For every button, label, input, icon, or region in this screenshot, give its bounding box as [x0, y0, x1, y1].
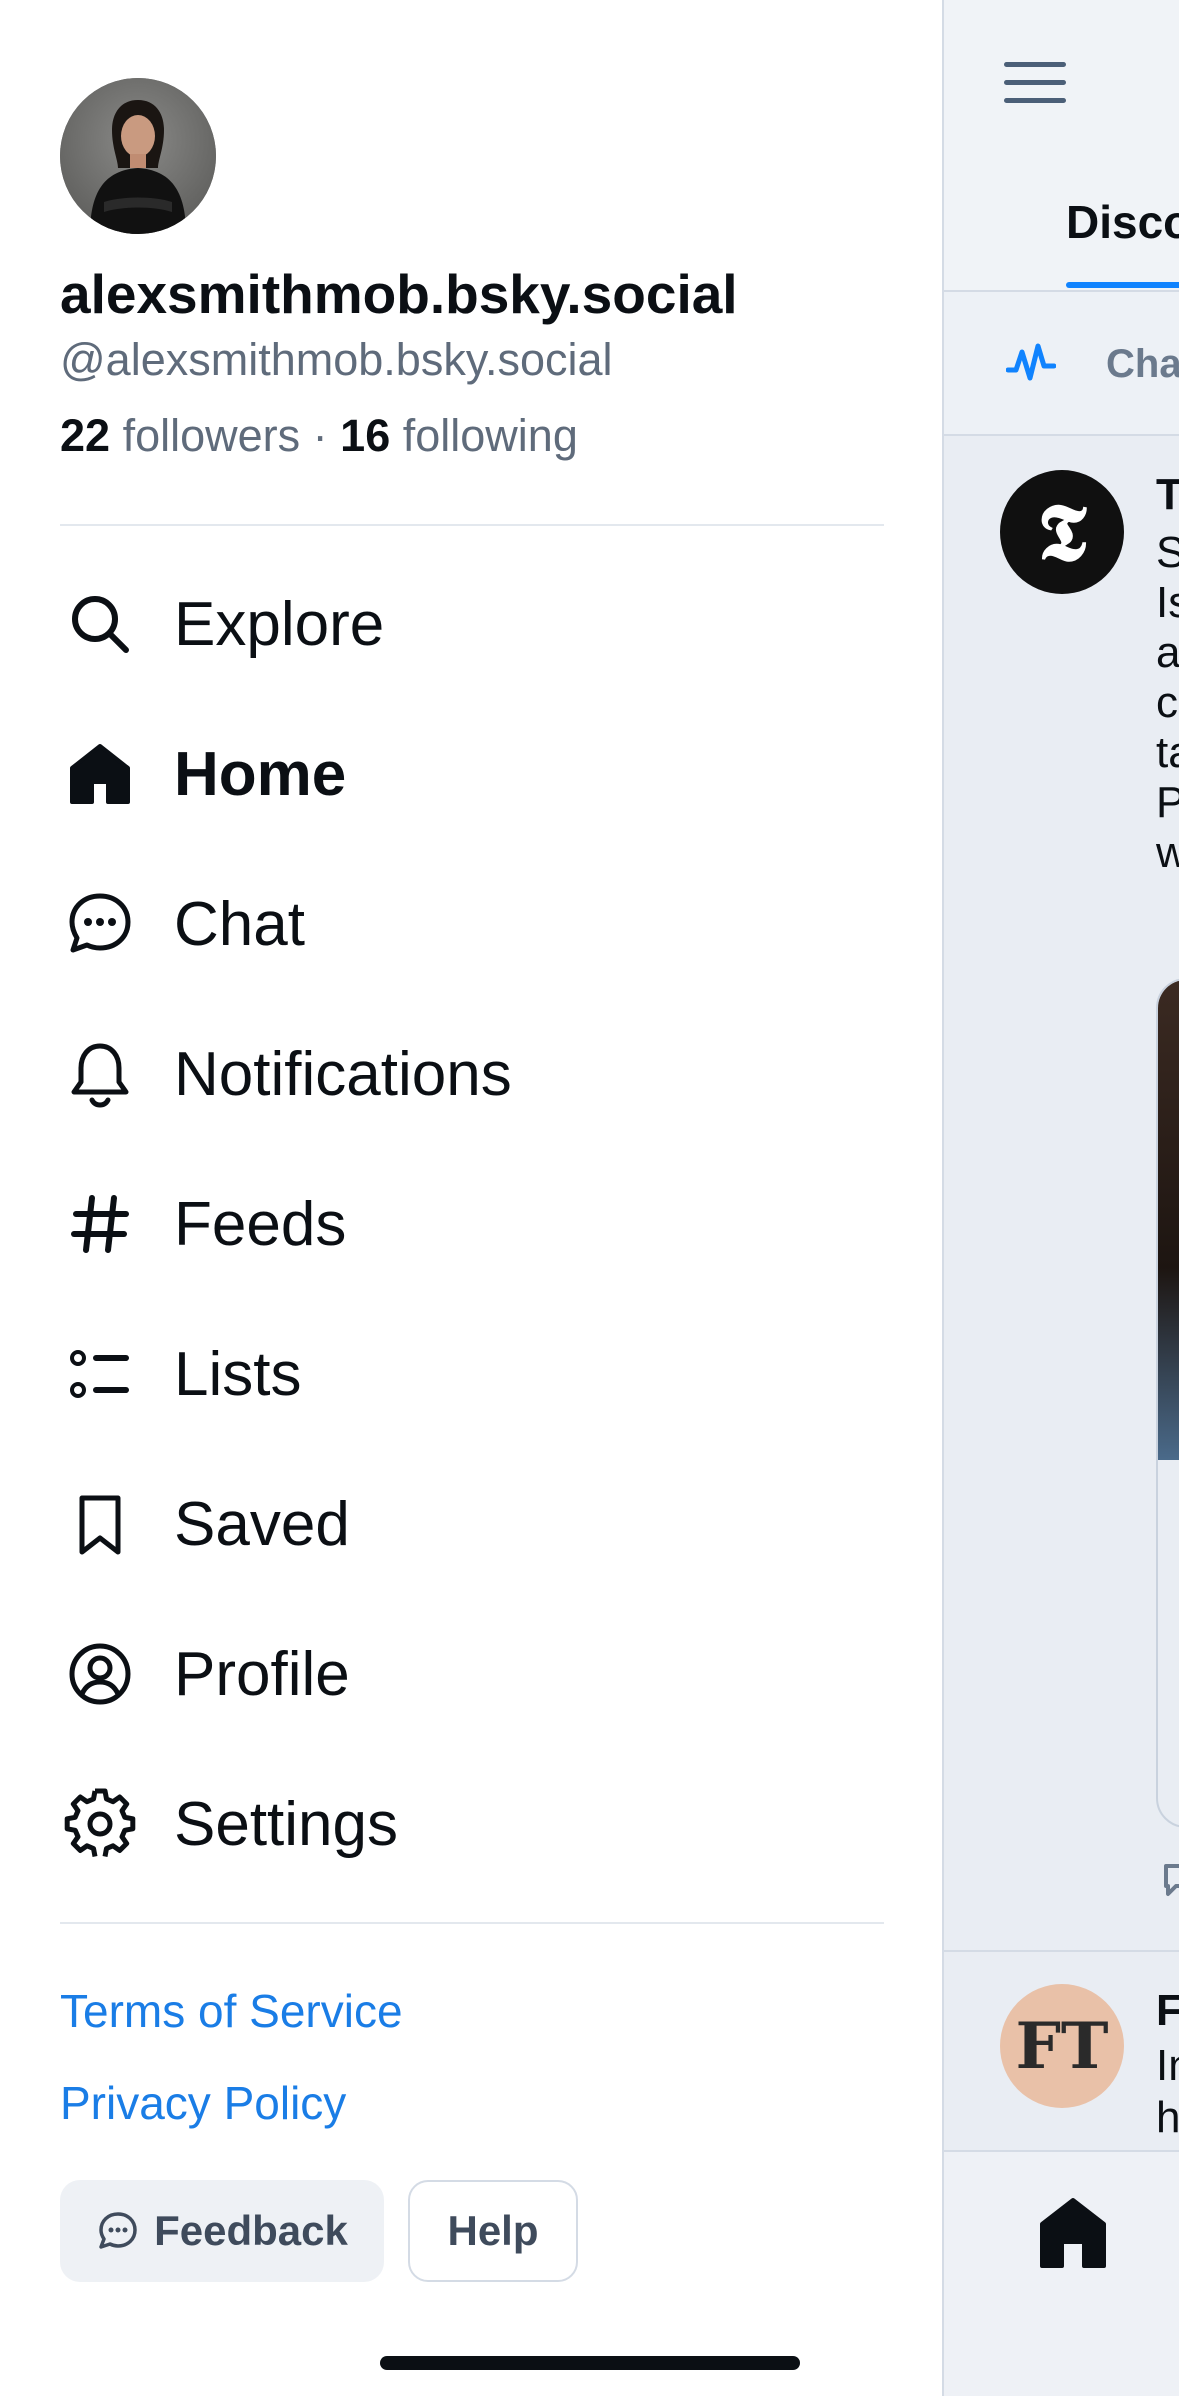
divider	[944, 1950, 1179, 1952]
hashtag-icon	[60, 1184, 140, 1264]
list-icon	[60, 1334, 140, 1414]
reply-icon[interactable]	[1158, 1860, 1179, 1900]
nav-label: Settings	[174, 1789, 399, 1859]
followers-label[interactable]: followers	[123, 410, 301, 461]
search-icon	[60, 584, 140, 664]
chat-bubble-icon	[99, 2212, 137, 2249]
help-label: Help	[447, 2207, 539, 2254]
nyt-avatar[interactable]: 𝕿	[1000, 470, 1124, 594]
nav-label: Lists	[174, 1339, 302, 1409]
feedback-label: Feedback	[154, 2207, 348, 2254]
divider	[60, 1922, 884, 1924]
nav-label: Feeds	[174, 1189, 347, 1259]
display-name: alexsmithmob.bsky.social	[60, 263, 738, 325]
feedback-button[interactable]: Feedback	[60, 2180, 384, 2282]
home-indicator[interactable]	[380, 2356, 800, 2370]
nav-item-profile[interactable]: Profile	[60, 1614, 884, 1734]
following-label[interactable]: following	[403, 410, 578, 461]
user-handle: @alexsmithmob.bsky.social	[60, 334, 613, 385]
nav-label: Chat	[174, 889, 305, 959]
hamburger-menu-icon[interactable]	[1004, 58, 1066, 108]
nav-label: Notifications	[174, 1039, 512, 1109]
divider	[944, 434, 1179, 436]
nav-label: Home	[174, 739, 347, 809]
avatar[interactable]	[60, 78, 216, 234]
post-text: S Is a c ta P w	[1156, 528, 1179, 877]
bookmark-icon	[60, 1484, 140, 1564]
bottom-tab-bar	[944, 2150, 1179, 2396]
nav-item-home[interactable]: Home	[60, 714, 884, 834]
tab-active-underline	[1066, 282, 1179, 288]
post-image	[1158, 980, 1179, 1460]
help-button[interactable]: Help	[408, 2180, 578, 2282]
nav-item-saved[interactable]: Saved	[60, 1464, 884, 1584]
bell-icon	[60, 1034, 140, 1114]
followers-count[interactable]: 22	[60, 410, 110, 461]
ft-avatar[interactable]: FT	[1000, 1984, 1124, 2108]
nav-item-lists[interactable]: Lists	[60, 1314, 884, 1434]
privacy-policy-link[interactable]: Privacy Policy	[60, 2076, 346, 2130]
nav-item-explore[interactable]: Explore	[60, 564, 884, 684]
home-icon[interactable]	[1038, 2196, 1108, 2268]
chat-bubble-icon	[60, 884, 140, 964]
terms-of-service-link[interactable]: Terms of Service	[60, 1984, 403, 2038]
activity-chart-icon	[1006, 343, 1056, 381]
user-circle-icon	[60, 1634, 140, 1714]
nav-item-settings[interactable]: Settings	[60, 1764, 884, 1884]
nav-item-feeds[interactable]: Feeds	[60, 1164, 884, 1284]
feed-chart-label: Cha	[1106, 342, 1179, 386]
post-author[interactable]: F	[1156, 1986, 1179, 2036]
post-author[interactable]: T	[1156, 470, 1179, 520]
divider	[60, 524, 884, 526]
follow-stats: 22 followers · 16 following	[60, 410, 578, 462]
navigation-drawer: alexsmithmob.bsky.social @alexsmithmob.b…	[0, 0, 942, 2396]
nav-label: Profile	[174, 1639, 350, 1709]
gear-icon	[60, 1784, 140, 1864]
background-feed-panel: Disco Cha 𝕿 T S Is a c ta P w FT F In h	[942, 0, 1179, 2396]
tab-discover[interactable]: Disco	[1066, 195, 1179, 249]
nav-label: Saved	[174, 1489, 350, 1559]
post-text: In h	[1156, 2041, 1179, 2142]
nav-item-chat[interactable]: Chat	[60, 864, 884, 984]
following-count[interactable]: 16	[340, 410, 390, 461]
nav-label: Explore	[174, 589, 385, 659]
home-icon	[60, 734, 140, 814]
post-media-card[interactable]	[1156, 978, 1179, 1828]
nav-item-notifications[interactable]: Notifications	[60, 1014, 884, 1134]
stats-separator: ·	[312, 410, 328, 461]
